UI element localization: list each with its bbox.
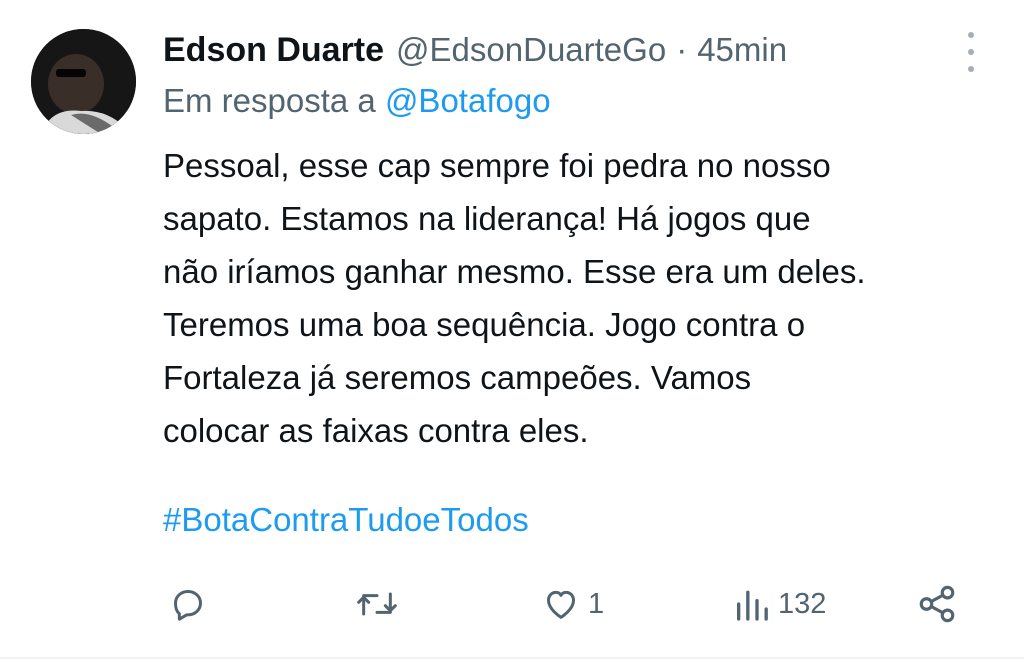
reply-mention-link[interactable]: @Botafogo (385, 82, 551, 119)
views-count: 132 (778, 587, 827, 620)
reply-prefix: Em resposta a (163, 82, 376, 119)
avatar-image (31, 29, 136, 134)
hashtag-link[interactable]: #BotaContraTudoeTodos (163, 501, 529, 539)
retweet-button[interactable] (355, 578, 399, 630)
author-handle[interactable]: @EdsonDuarteGo (396, 31, 666, 69)
like-count: 1 (588, 587, 605, 620)
views-button[interactable]: 132 (732, 578, 826, 630)
tweet-text-line: Pessoal, esse cap sempre foi pedra no no… (163, 147, 831, 184)
tweet-text-line: Teremos uma boa sequência. Jogo contra o (163, 306, 806, 343)
more-options-icon[interactable] (958, 32, 984, 72)
more-dot (968, 49, 974, 55)
tweet-text-line: Fortaleza já seremos campeões. Vamos (163, 359, 752, 396)
reply-icon (174, 590, 202, 621)
share-icon (919, 585, 955, 623)
separator-dot: · (676, 31, 688, 68)
timestamp[interactable]: 45min (697, 31, 787, 69)
author-name[interactable]: Edson Duarte (163, 31, 384, 70)
like-button[interactable]: 1 (540, 578, 604, 630)
tweet-header: Edson Duarte @EdsonDuarteGo · 45min (163, 28, 787, 72)
tweet-text-line: colocar as faixas contra eles. (163, 412, 589, 449)
tweet[interactable]: Edson Duarte @EdsonDuarteGo · 45min Em r… (0, 0, 1024, 668)
tweet-text-line: não iríamos ganhar mesmo. Esse era um de… (163, 253, 866, 290)
avatar[interactable] (31, 29, 136, 134)
more-dot (968, 32, 974, 38)
reply-context: Em resposta a @Botafogo (163, 82, 551, 120)
retweet-icon (357, 592, 397, 616)
reply-button[interactable] (168, 578, 208, 630)
views-icon (737, 590, 768, 621)
share-button[interactable] (916, 578, 958, 630)
more-dot (968, 66, 974, 72)
tweet-text-line: sapato. Estamos na liderança! Há jogos q… (163, 200, 811, 237)
tweet-text: Pessoal, esse cap sempre foi pedra no no… (163, 139, 1003, 457)
divider (0, 657, 1024, 659)
action-bar: 1 132 (0, 578, 1024, 630)
heart-icon (547, 590, 575, 619)
